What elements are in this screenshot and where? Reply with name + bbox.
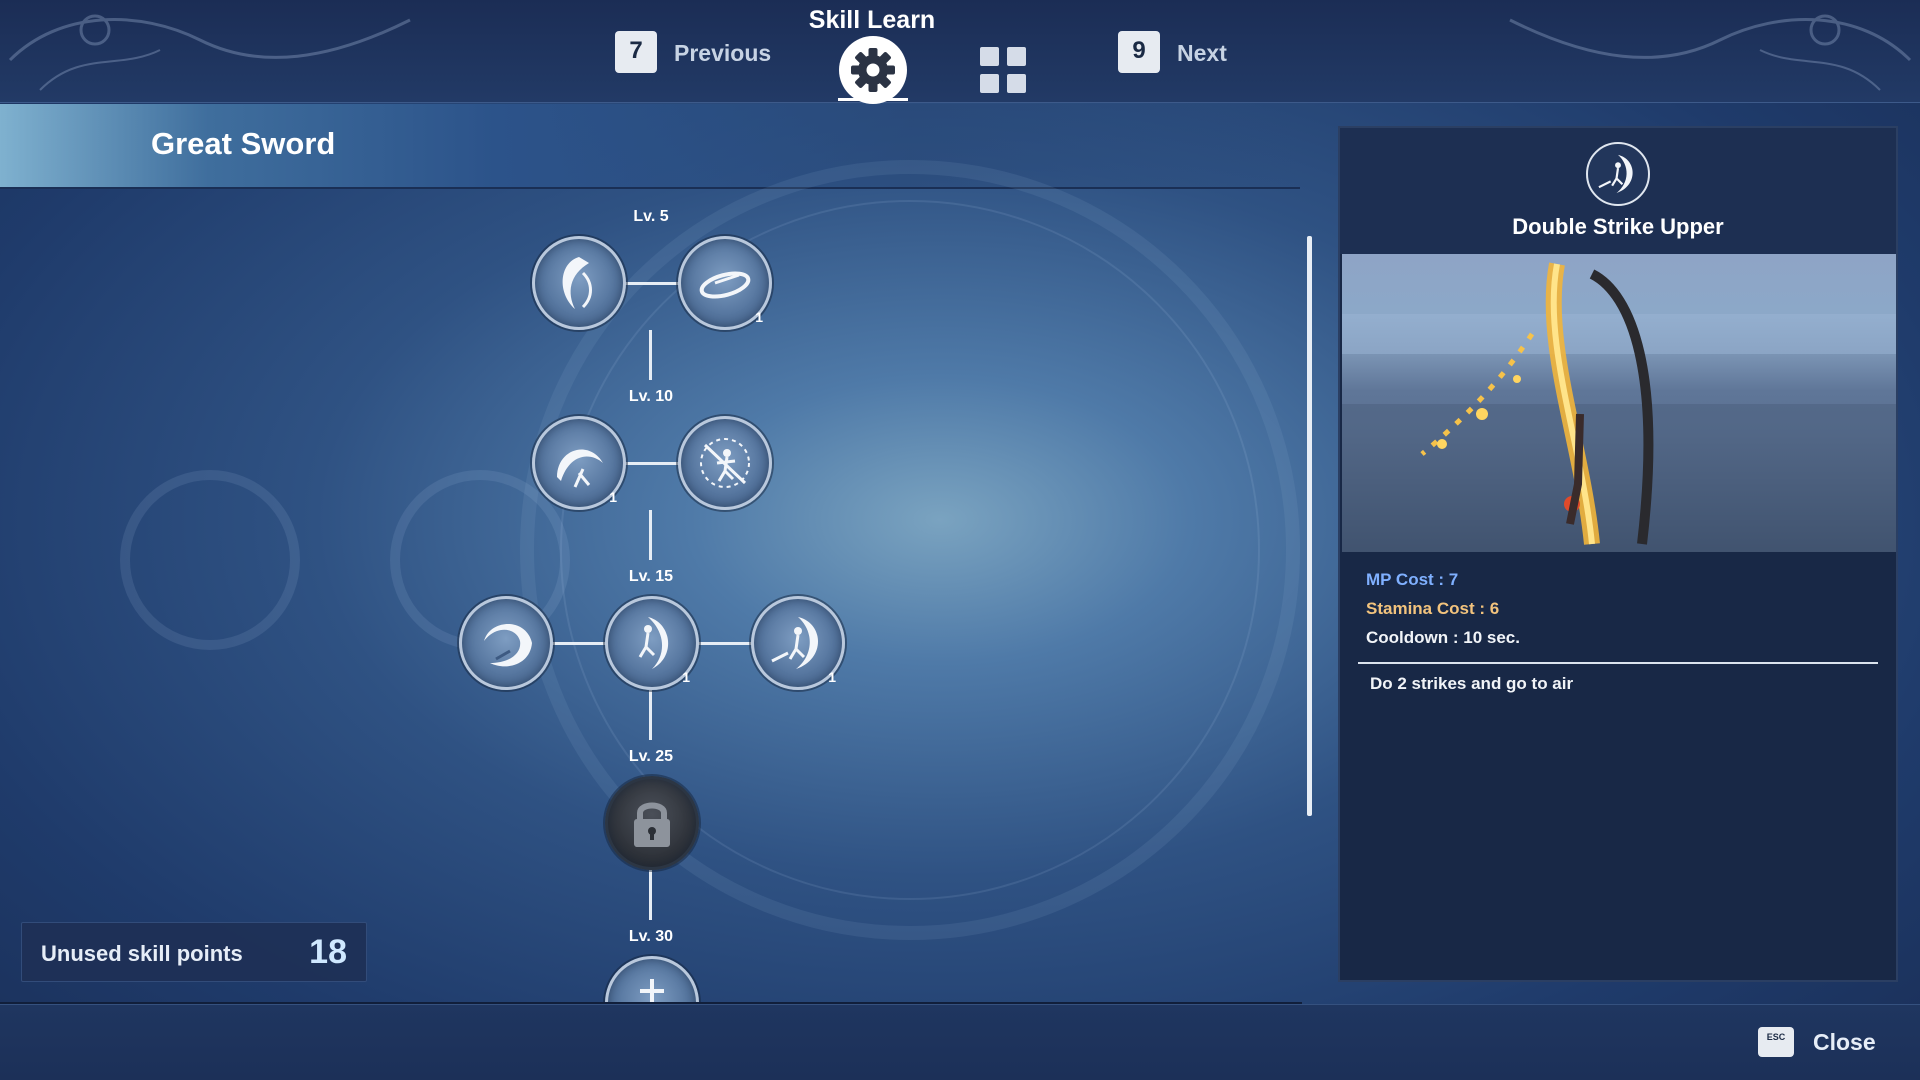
skill-node-lv5-right[interactable]: 1: [678, 236, 772, 330]
stamina-cost: Stamina Cost : 6: [1366, 599, 1500, 618]
skill-description: Do 2 strikes and go to air: [1370, 674, 1574, 693]
skill-node-lv5-left[interactable]: [532, 236, 626, 330]
next-button[interactable]: Next: [1177, 40, 1227, 67]
skill-detail-panel: Double Strike Upper MP Cost : 7 Stamina …: [1338, 126, 1898, 982]
double-strike-upper-icon: [771, 617, 818, 669]
moon-slash-icon: [484, 624, 532, 667]
level-label: Lv. 10: [628, 388, 674, 405]
grid-icon: [980, 47, 999, 66]
tree-connector: [551, 642, 607, 645]
unused-skill-points-label: Unused skill points: [41, 941, 243, 966]
tree-connector: [649, 510, 652, 560]
tab-grid[interactable]: [980, 47, 1026, 93]
tree-connector: [649, 330, 652, 380]
leap-strike-icon: [638, 617, 669, 669]
mp-cost: MP Cost : 7: [1366, 570, 1459, 589]
skill-node-lv30[interactable]: [605, 956, 699, 1002]
next-key-badge[interactable]: 9: [1118, 31, 1160, 73]
unused-skill-points-value: 18: [309, 933, 347, 971]
skill-node-lv15-left[interactable]: [459, 596, 553, 690]
skill-level-count: 1: [828, 669, 836, 685]
skill-node-lv15-center[interactable]: 1: [605, 596, 699, 690]
skill-preview-image: [1342, 254, 1896, 552]
lock-icon: [634, 802, 670, 847]
tree-connector: [697, 642, 753, 645]
close-button[interactable]: Close: [1813, 1029, 1876, 1056]
skill-level-count: 1: [682, 669, 690, 685]
skill-level-count: 1: [755, 309, 763, 325]
page-title: Skill Learn: [808, 6, 936, 34]
tree-connector: [649, 870, 652, 920]
skill-level-count: 1: [609, 489, 617, 505]
tree-connector: [624, 282, 680, 285]
skill-node-lv25-locked[interactable]: [605, 776, 699, 870]
skill-node-lv10-right[interactable]: [678, 416, 772, 510]
spin-slash-icon: [699, 271, 751, 299]
previous-button[interactable]: Previous: [674, 40, 771, 67]
category-header: Great Sword: [0, 104, 1300, 189]
level-label: Lv. 25: [628, 748, 674, 765]
top-bar: 7 Previous Skill Learn 9 Next: [0, 0, 1920, 104]
cross-strike-icon: [700, 438, 750, 488]
level-label: Lv. 5: [633, 208, 669, 225]
tree-connector: [624, 462, 680, 465]
unused-skill-points-panel: Unused skill points 18: [21, 922, 367, 982]
level-label: Lv. 30: [628, 928, 674, 945]
skill-node-lv30-clip: [600, 950, 704, 1002]
double-strike-upper-icon: [1586, 142, 1650, 206]
skill-node-lv10-left[interactable]: 1: [532, 416, 626, 510]
ornament-right: [1509, 14, 1912, 91]
bottom-bar: [0, 1004, 1920, 1080]
level-label: Lv. 15: [628, 568, 674, 585]
tree-connector: [649, 690, 652, 740]
crescent-slash-icon: [557, 449, 603, 488]
ornament-left: [8, 14, 411, 91]
divider: [1358, 662, 1878, 664]
skill-node-lv15-right[interactable]: 1: [751, 596, 845, 690]
skill-detail-header: Double Strike Upper: [1340, 128, 1896, 254]
previous-key-badge[interactable]: 7: [615, 31, 657, 73]
category-title: Great Sword: [151, 126, 336, 161]
slash-wave-icon: [562, 257, 592, 309]
skill-name: Double Strike Upper: [1512, 214, 1724, 239]
gear-icon: [839, 36, 907, 104]
tree-scrollbar[interactable]: [1307, 236, 1312, 816]
sword-plunge-icon: [640, 979, 664, 1002]
cooldown: Cooldown : 10 sec.: [1366, 628, 1520, 647]
esc-key-badge[interactable]: ESC: [1758, 1027, 1794, 1057]
tab-skills-gear[interactable]: [838, 36, 908, 104]
